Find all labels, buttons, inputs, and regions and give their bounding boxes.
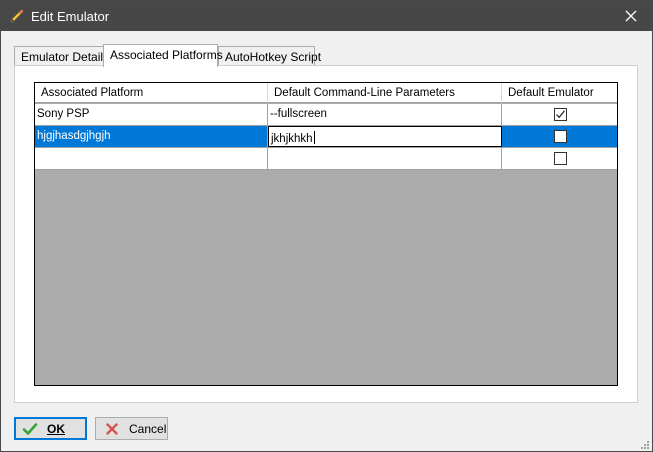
close-icon xyxy=(625,10,637,22)
column-header-default-emulator[interactable]: Default Emulator xyxy=(502,83,617,103)
column-header-platform[interactable]: Associated Platform xyxy=(35,83,268,103)
checkmark-icon xyxy=(22,421,38,437)
resize-grip-icon[interactable] xyxy=(640,439,650,449)
default-emulator-checkbox[interactable] xyxy=(554,152,567,165)
parameters-edit-value: jkhjkhkh xyxy=(271,133,313,145)
tab-associated-platforms[interactable]: Associated Platforms xyxy=(103,44,223,67)
pencil-icon xyxy=(9,8,25,24)
ok-button[interactable]: OK xyxy=(14,417,87,440)
parameters-edit-input[interactable]: jkhjkhkh xyxy=(268,126,502,147)
checkmark-icon xyxy=(556,110,565,119)
column-header-parameters[interactable]: Default Command-Line Parameters xyxy=(268,83,502,103)
close-button[interactable] xyxy=(610,1,652,31)
default-emulator-cell[interactable] xyxy=(502,148,617,169)
default-emulator-checkbox[interactable] xyxy=(554,130,567,143)
tab-autohotkey-script[interactable]: AutoHotkey Script xyxy=(218,46,321,66)
default-emulator-cell[interactable] xyxy=(502,104,617,125)
default-emulator-cell[interactable] xyxy=(502,126,617,147)
table-row[interactable] xyxy=(35,148,617,170)
associated-platforms-panel: Associated Platform Default Command-Line… xyxy=(14,65,638,403)
grid-header: Associated Platform Default Command-Line… xyxy=(35,83,617,103)
x-icon xyxy=(104,421,120,437)
parameters-cell[interactable]: --fullscreen xyxy=(268,104,502,125)
title-bar: Edit Emulator xyxy=(1,1,652,31)
parameters-cell[interactable] xyxy=(268,148,502,169)
table-row[interactable]: Sony PSP --fullscreen xyxy=(35,104,617,126)
platforms-grid[interactable]: Associated Platform Default Command-Line… xyxy=(34,82,618,386)
ok-button-label: OK xyxy=(47,421,65,436)
cancel-button-label: Cancel xyxy=(129,421,167,436)
default-emulator-checkbox[interactable] xyxy=(554,108,567,121)
table-row[interactable]: hjgjhasdgjhgjh jkhjkhkh xyxy=(35,126,617,148)
tab-emulator-details[interactable]: Emulator Details xyxy=(14,46,109,66)
text-caret xyxy=(313,131,315,144)
platform-cell[interactable] xyxy=(35,148,268,169)
window-title: Edit Emulator xyxy=(31,9,110,24)
cancel-button[interactable]: Cancel xyxy=(95,417,168,440)
platform-cell[interactable]: hjgjhasdgjhgjh xyxy=(35,126,268,147)
edit-emulator-dialog: Edit Emulator Emulator Details Associate… xyxy=(0,0,653,452)
platform-cell[interactable]: Sony PSP xyxy=(35,104,268,125)
